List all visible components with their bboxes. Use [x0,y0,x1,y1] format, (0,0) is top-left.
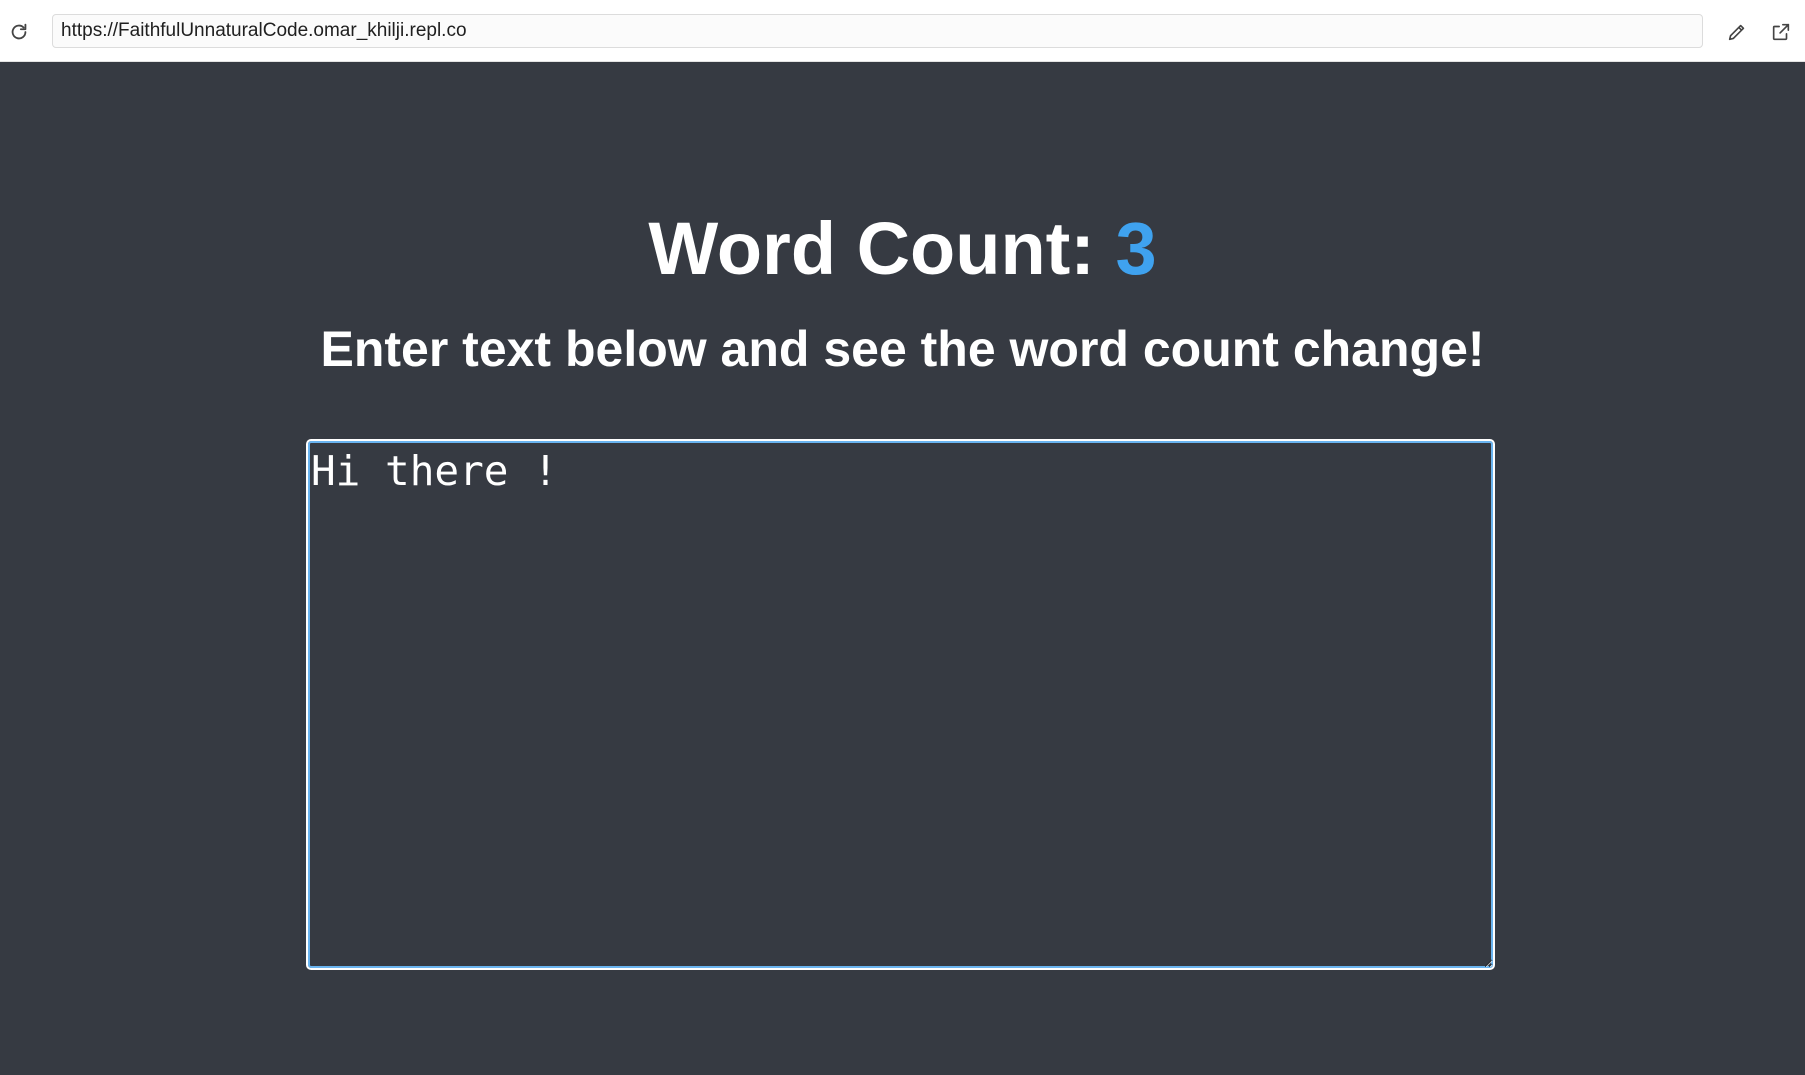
url-text: https://FaithfulUnnaturalCode.omar_khilj… [61,20,467,41]
word-count-heading: Word Count: 3 [0,212,1805,286]
edit-button[interactable] [1724,19,1750,45]
reload-icon [11,23,27,40]
browser-toolbar: https://FaithfulUnnaturalCode.omar_khilj… [0,0,1805,62]
text-input[interactable]: Hi there ! [306,439,1495,970]
address-bar[interactable]: https://FaithfulUnnaturalCode.omar_khilj… [52,14,1703,48]
instructions-subheading: Enter text below and see the word count … [320,321,1485,377]
word-count-label: Word Count: [648,207,1116,290]
open-external-icon [1772,23,1790,41]
app-page: Word Count: 3 Enter text below and see t… [0,62,1805,1075]
pencil-icon [1728,24,1745,41]
word-count-value: 3 [1115,207,1157,290]
open-in-new-tab-button[interactable] [1768,19,1794,45]
reload-button[interactable] [7,20,31,44]
